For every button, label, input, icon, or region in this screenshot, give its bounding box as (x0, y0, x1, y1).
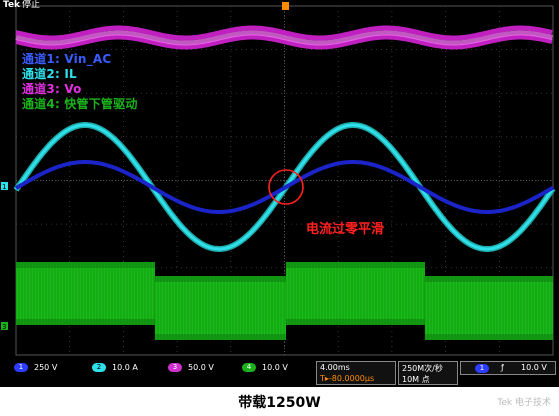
run-state: 停止 (22, 0, 41, 10)
trigger-position: T▸-80.0000µs (320, 374, 375, 383)
channel-legend: 通道1: Vin_AC 通道2: IL 通道3: Vo 通道4: 快管下管驱动 (22, 52, 138, 112)
trigger-position-marker (282, 2, 289, 10)
ch4-badge: 4 (242, 363, 256, 372)
ch2-scale-readout[interactable]: 2 10.0 A (92, 363, 138, 373)
ch4-drive-band-core (425, 282, 553, 334)
ch1-badge: 1 (14, 363, 28, 372)
brand-label: Tek (3, 0, 21, 10)
record-length: 10M 点 (402, 375, 430, 384)
ch3-badge: 3 (168, 363, 182, 372)
tek-brand: Tek 停止 (3, 0, 40, 10)
legend-ch2: 通道2: IL (22, 67, 77, 81)
legend-ch1: 通道1: Vin_AC (22, 52, 112, 66)
ch3-marker-label: 3 (2, 323, 6, 331)
figure-caption: 带载1250W (238, 395, 321, 411)
legend-ch3: 通道3: Vo (22, 82, 82, 96)
legend-ch4: 通道4: 快管下管驱动 (22, 97, 138, 111)
timebase-box[interactable]: 4.00ms T▸-80.0000µs (316, 361, 396, 385)
oscilloscope-screen: 1 3 Tek 停止 通道1: Vin_AC 通道2: IL 通道3: Vo 通道… (0, 0, 559, 387)
trigger-box[interactable]: 1 ƒ 10.0 V (460, 361, 556, 375)
ch3-scale-readout[interactable]: 3 50.0 V (168, 363, 214, 373)
trigger-slope-icon: ƒ (501, 363, 504, 372)
ch1-scale: 250 V (34, 363, 58, 372)
ch1-scale-readout[interactable]: 1 250 V (14, 363, 57, 373)
ch4-scale-readout[interactable]: 4 10.0 V (242, 363, 288, 373)
timebase: 4.00ms (320, 363, 350, 372)
status-bar: 1 250 V 2 10.0 A 3 50.0 V 4 10.0 V 4.00ms T▸… (0, 360, 559, 387)
ch2-scale: 10.0 A (112, 363, 138, 372)
ch1-marker-label: 1 (2, 183, 6, 191)
ch4-scale: 10.0 V (262, 363, 288, 372)
watermark: Tek 电子技术 (497, 398, 551, 408)
sample-rate: 250M次/秒 (402, 364, 443, 373)
acquisition-box[interactable]: 250M次/秒 10M 点 (398, 361, 458, 385)
ch4-drive-band-core (155, 282, 286, 334)
trigger-level: 10.0 V (521, 363, 547, 372)
ch2-badge: 2 (92, 363, 106, 372)
trigger-source-badge: 1 (475, 364, 489, 373)
ch3-scale: 50.0 V (188, 363, 214, 372)
zero-crossing-annotation: 电流过零平滑 (306, 222, 385, 237)
